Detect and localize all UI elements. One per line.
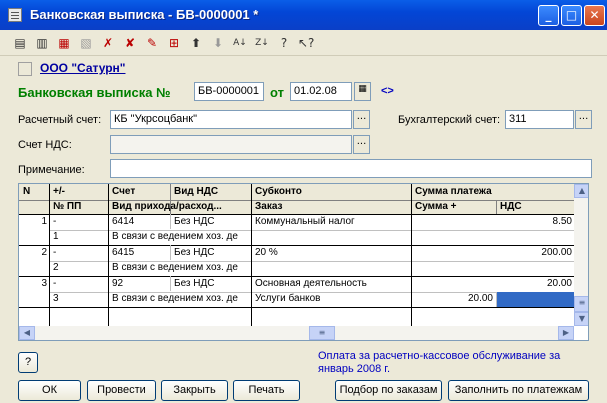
copy-row-icon[interactable]: ▥ [34, 35, 50, 51]
row3-sum[interactable]: 20.00 [415, 277, 572, 291]
row1-account[interactable]: 6414 [112, 215, 134, 229]
row3-vat-type[interactable]: Без НДС [174, 277, 214, 291]
row3-n[interactable]: 3 [23, 277, 47, 291]
post-button[interactable]: Провести [87, 380, 156, 401]
minimize-button[interactable]: _ [538, 5, 559, 26]
ledger-account-field[interactable]: 311 [505, 110, 574, 129]
sort-asc-icon[interactable]: A↓ [232, 35, 248, 51]
row1-vat-type[interactable]: Без НДС [174, 215, 214, 229]
row2-n[interactable]: 2 [23, 246, 47, 260]
row1-sum[interactable]: 8.50 [415, 215, 572, 229]
context-help-icon[interactable]: ↖? [298, 35, 314, 51]
col-header-n[interactable]: N [23, 185, 30, 199]
select-by-orders-button[interactable]: Подбор по заказам [335, 380, 442, 401]
account-label: Расчетный счет: [18, 114, 102, 126]
edit-icon[interactable]: ✎ [144, 35, 160, 51]
row3-subconto[interactable]: Основная деятельность [255, 277, 409, 291]
sort-desc-icon[interactable]: Z↓ [254, 35, 270, 51]
fill-by-payments-button[interactable]: Заполнить по платежкам [448, 380, 589, 401]
row3-sign[interactable]: - [53, 277, 56, 291]
window-title: Банковская выписка - БВ-0000001 * [30, 7, 259, 22]
insert-icon[interactable]: ⊞ [166, 35, 182, 51]
ledger-select-button[interactable]: ... [575, 110, 592, 129]
row1-pp[interactable]: 1 [53, 230, 59, 244]
close-button[interactable]: Закрыть [161, 380, 228, 401]
col-header-sum-plus[interactable]: Сумма + [415, 200, 457, 214]
print-button[interactable]: Печать [233, 380, 300, 401]
delete-row-icon[interactable]: ▦ [56, 35, 72, 51]
cancel-icon[interactable]: ✘ [122, 35, 138, 51]
document-icon [8, 8, 22, 22]
scroll-down-button[interactable]: ▼ [574, 312, 588, 326]
move-up-icon[interactable]: ⬆ [188, 35, 204, 51]
col-header-pp[interactable]: № ПП [53, 200, 81, 214]
add-row-icon[interactable]: ▤ [12, 35, 28, 51]
doc-date-field[interactable]: 01.02.08 [290, 82, 352, 101]
row2-pp[interactable]: 2 [53, 261, 59, 275]
col-header-vat-type[interactable]: Вид НДС [174, 185, 218, 199]
org-checkbox[interactable] [18, 62, 32, 76]
scroll-left-button[interactable]: ◀ [19, 326, 35, 340]
row2-subconto[interactable]: 20 % [255, 246, 409, 260]
row2-vat-type[interactable]: Без НДС [174, 246, 214, 260]
move-down-icon[interactable]: ⬇ [210, 35, 226, 51]
col-header-subconto[interactable]: Субконто [255, 185, 302, 199]
row2-sign[interactable]: - [53, 246, 56, 260]
row3-vat-selected-cell[interactable] [497, 292, 574, 307]
note-label: Примечание: [18, 164, 85, 176]
row1-n[interactable]: 1 [23, 215, 47, 229]
ok-button[interactable]: ОК [18, 380, 81, 401]
nav-arrows-icon[interactable]: <> [381, 85, 394, 97]
col-header-income-type[interactable]: Вид прихода/расход... [112, 200, 250, 214]
toolbar: ▤ ▥ ▦ ▧ ✗ ✘ ✎ ⊞ ⬆ ⬇ A↓ Z↓ ? ↖? [0, 30, 607, 56]
note-field[interactable] [110, 159, 592, 178]
row3-account[interactable]: 92 [112, 277, 123, 291]
doc-title-label: Банковская выписка № [18, 85, 171, 100]
col-header-sign[interactable]: +/- [53, 185, 65, 199]
row3-order[interactable]: Услуги банков [255, 292, 409, 306]
scroll-up-button[interactable]: ▲ [574, 184, 588, 198]
organization-link[interactable]: ООО "Сатурн" [40, 61, 125, 75]
scroll-right-button[interactable]: ▶ [558, 326, 574, 340]
row1-sign[interactable]: - [53, 215, 56, 229]
row1-income-type[interactable]: В связи с ведением хоз. де [112, 230, 250, 244]
clear-icon[interactable]: ✗ [100, 35, 116, 51]
bank-statement-window: Банковская выписка - БВ-0000001 * _ □ ✕ … [0, 0, 607, 403]
horizontal-scroll-thumb[interactable]: ≡ [309, 326, 335, 340]
row3-income-type[interactable]: В связи с ведением хоз. де [112, 292, 250, 306]
maximize-button[interactable]: □ [561, 5, 582, 26]
row2-account[interactable]: 6415 [112, 246, 134, 260]
title-bar[interactable]: Банковская выписка - БВ-0000001 * _ □ ✕ [0, 0, 607, 30]
vat-account-field[interactable] [110, 135, 352, 154]
row3-sum-plus[interactable]: 20.00 [415, 292, 493, 306]
calendar-icon[interactable]: ▦ [354, 82, 371, 101]
row2-income-type[interactable]: В связи с ведением хоз. де [112, 261, 250, 275]
close-window-button[interactable]: ✕ [584, 5, 605, 26]
ledger-account-label: Бухгалтерский счет: [398, 114, 501, 126]
col-header-account[interactable]: Счет [112, 185, 135, 199]
help-button[interactable]: ? [18, 352, 38, 373]
row3-pp[interactable]: 3 [53, 292, 59, 306]
row2-sum[interactable]: 200.00 [415, 246, 572, 260]
edit-row-icon[interactable]: ▧ [78, 35, 94, 51]
date-from-label: от [270, 85, 284, 100]
row1-subconto[interactable]: Коммунальный налог [255, 215, 409, 229]
help-icon[interactable]: ? [276, 35, 292, 51]
col-header-vat[interactable]: НДС [500, 200, 522, 214]
doc-number-field[interactable]: БВ-0000001 [194, 82, 264, 101]
scroll-thumb[interactable]: ≡ [574, 296, 588, 312]
status-description: Оплата за расчетно-кассовое обслуживание… [318, 350, 561, 375]
col-header-payment-sum[interactable]: Сумма платежа [415, 185, 492, 199]
account-select-button[interactable]: ... [353, 110, 370, 129]
payments-table[interactable]: N +/- № ПП Счет Вид НДС Вид прихода/расх… [18, 183, 589, 341]
vat-account-label: Счет НДС: [18, 139, 72, 151]
col-header-order[interactable]: Заказ [255, 200, 283, 214]
account-field[interactable]: КБ "Укрсоцбанк" [110, 110, 352, 129]
horizontal-scrollbar[interactable] [19, 326, 574, 340]
vat-select-button[interactable]: ... [353, 135, 370, 154]
